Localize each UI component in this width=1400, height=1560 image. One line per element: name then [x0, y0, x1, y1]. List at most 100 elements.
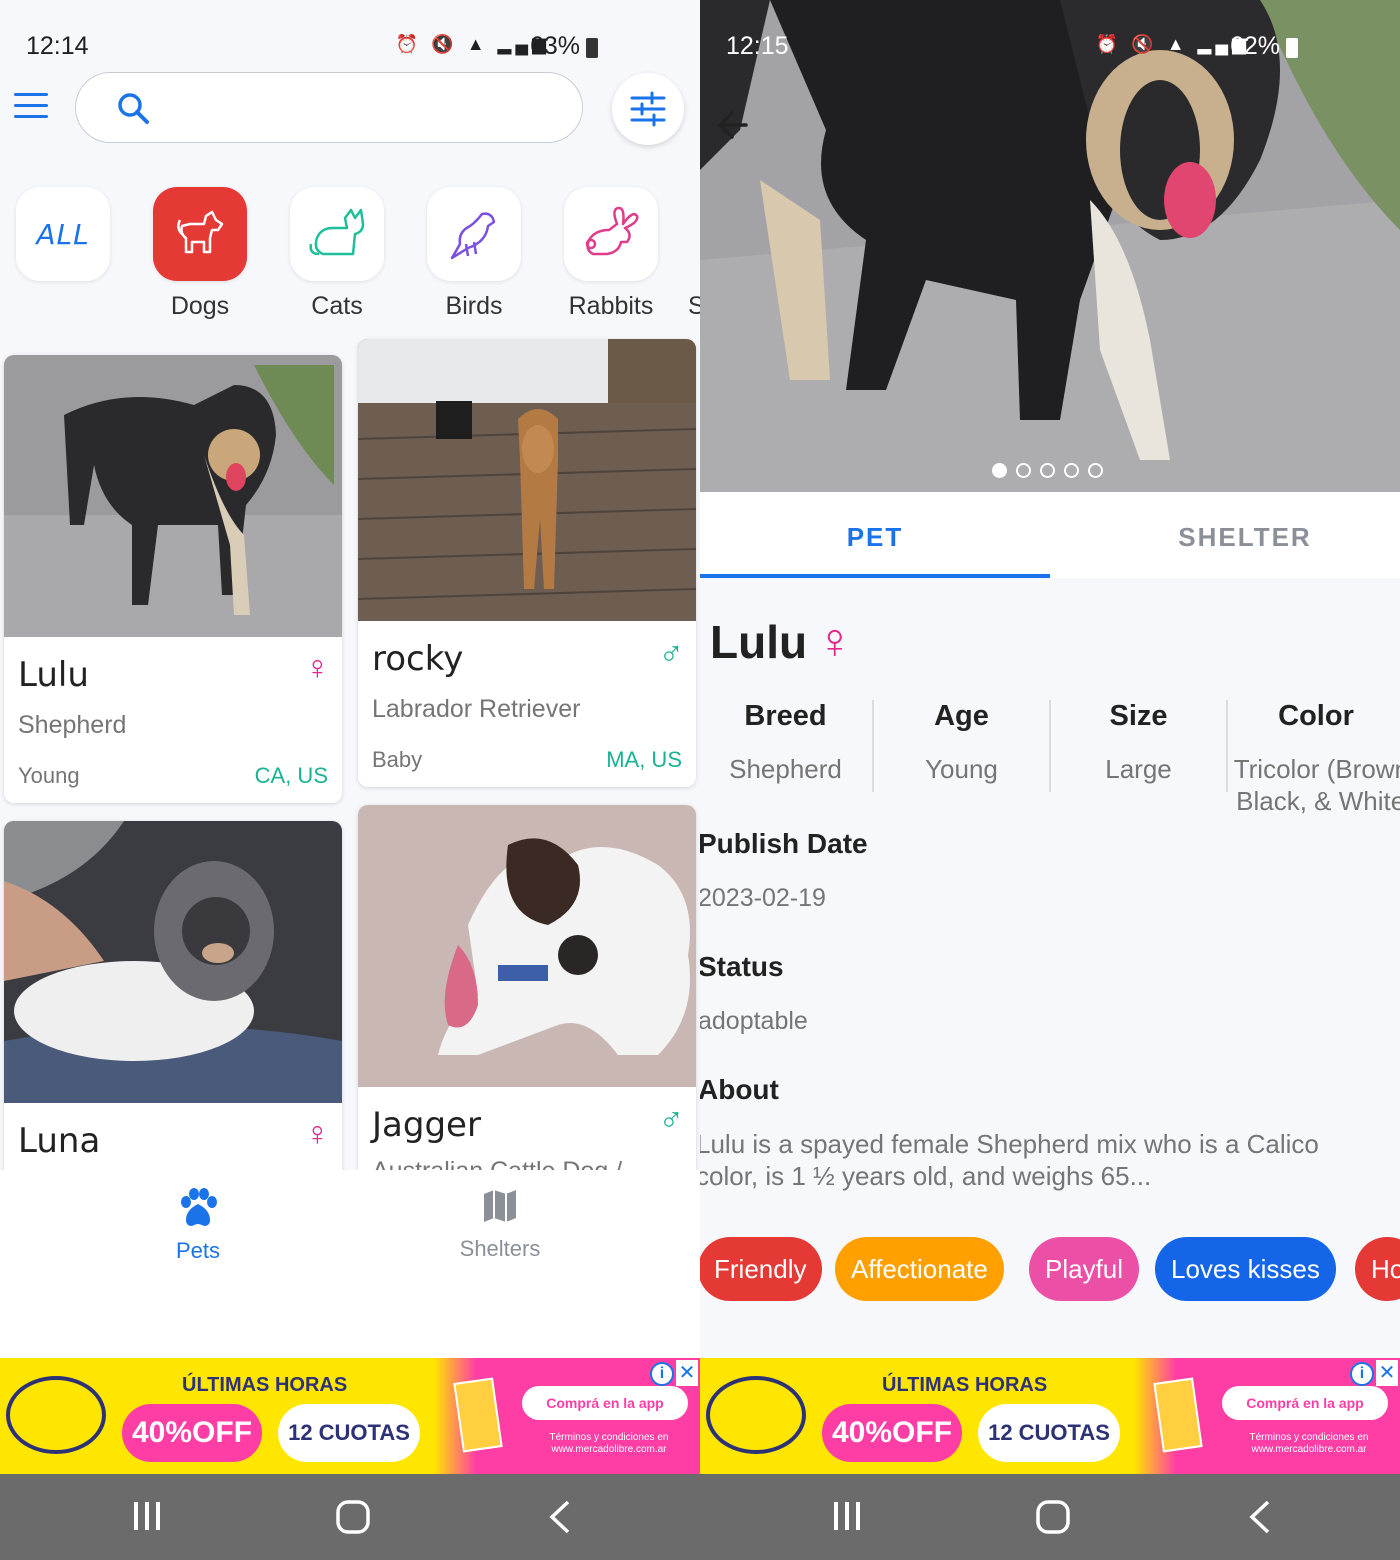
ad-cta-button[interactable]: Comprá en la app: [1222, 1386, 1388, 1420]
system-navigation-bar: [700, 1474, 1400, 1560]
category-dogs[interactable]: [153, 187, 247, 281]
personality-tag: Loves kisses: [1155, 1237, 1336, 1301]
ad-banner[interactable]: ÚLTIMAS HORAS 40%OFF 12 CUOTAS Comprá en…: [700, 1358, 1400, 1474]
category-birds[interactable]: [427, 187, 521, 281]
photo-pager[interactable]: [992, 463, 1103, 478]
female-icon: ♀: [304, 1115, 331, 1153]
ad-title: ÚLTIMAS HORAS: [882, 1374, 1048, 1396]
pager-dot[interactable]: [1064, 463, 1079, 478]
category-next-label: S: [688, 292, 700, 320]
pager-dot[interactable]: [1040, 463, 1055, 478]
nav-pets-label: Pets: [175, 1238, 221, 1263]
system-navigation-bar: [0, 1474, 700, 1560]
filter-icon: [630, 91, 666, 127]
attribute-label: Size: [1109, 700, 1168, 732]
pet-photo: [4, 821, 342, 1103]
ad-banner[interactable]: ÚLTIMAS HORAS 40%OFF 12 CUOTAS Comprá en…: [0, 1358, 700, 1474]
pet-card-rocky[interactable]: rocky ♂ Labrador Retriever Baby MA, US: [358, 339, 696, 787]
attribute-value: Shepherd: [729, 754, 842, 784]
pager-dot[interactable]: [1016, 463, 1031, 478]
ad-close-icon[interactable]: ✕: [676, 1360, 698, 1386]
category-cats[interactable]: [290, 187, 384, 281]
recent-apps-icon[interactable]: [132, 1500, 162, 1537]
pet-detail-screen: 12:15 ⏰ 🔇 ▲ ▂▄▆ 62% PET SHELTER Lulu ♀ B…: [700, 0, 1400, 1560]
pet-name: rocky: [372, 639, 464, 679]
battery-icon: [586, 38, 598, 58]
pet-hero-photo: [700, 0, 1400, 492]
recent-apps-icon[interactable]: [832, 1500, 862, 1537]
ad-info-icon[interactable]: i: [650, 1362, 674, 1386]
pet-breed: Shepherd: [18, 711, 127, 739]
tab-shelter[interactable]: SHELTER: [1070, 492, 1400, 578]
paw-icon: [181, 1188, 217, 1226]
battery-level: 62%: [1229, 32, 1280, 60]
ad-discount-text: 40%OFF: [831, 1416, 953, 1449]
nav-shelters[interactable]: Shelters: [400, 1188, 600, 1262]
status-time: 12:14: [26, 32, 89, 60]
home-icon[interactable]: [1036, 1500, 1070, 1539]
dog-icon: [177, 210, 224, 254]
pet-location: CA, US: [254, 763, 328, 788]
pet-photo: [4, 355, 342, 637]
category-all[interactable]: ALL: [16, 187, 110, 281]
pet-list-screen: 12:14 ⏰ 🔇 ▲ ▂▄▆ 63% ALL Dogs Cats Birds …: [0, 0, 700, 1560]
status-time: 12:15: [726, 32, 789, 60]
back-arrow-icon[interactable]: [716, 108, 750, 147]
ad-installments: 12 CUOTAS: [278, 1404, 420, 1462]
male-icon: ♂: [658, 1101, 685, 1139]
detail-tabs: PET SHELTER: [700, 492, 1400, 578]
ad-terms: Términos y condiciones en www.mercadolib…: [549, 1432, 669, 1455]
category-rabbits[interactable]: [564, 187, 658, 281]
handshake-logo: [706, 1376, 806, 1454]
pet-breed: Labrador Retriever: [372, 695, 581, 723]
pet-name: Lulu: [18, 655, 89, 695]
filter-button[interactable]: [612, 73, 684, 145]
ad-cta-button[interactable]: Comprá en la app: [522, 1386, 688, 1420]
attribute-value: Large: [1105, 754, 1172, 784]
pager-dot[interactable]: [992, 463, 1007, 478]
ad-info-icon[interactable]: i: [1350, 1362, 1374, 1386]
search-input[interactable]: [75, 72, 583, 143]
attribute-label: Breed: [744, 700, 827, 732]
attribute-label: Age: [934, 700, 989, 732]
search-icon: [118, 93, 149, 124]
bottom-navigation: Pets Shelters: [0, 1170, 700, 1358]
about-text: Lulu is a spayed female Shepherd mix who…: [700, 1129, 1319, 1191]
cat-icon: [309, 208, 365, 256]
pet-card-lulu[interactable]: Lulu ♀ Shepherd Young CA, US: [4, 355, 342, 803]
status-value: adoptable: [700, 1007, 808, 1035]
status-icons: ⏰ 🔇 ▲ ▂▄▆: [1095, 34, 1250, 54]
personality-tag: Ho: [1355, 1237, 1400, 1301]
nav-shelters-label: Shelters: [459, 1236, 541, 1261]
menu-icon[interactable]: [14, 93, 48, 121]
publish-date-value: 2023-02-19: [700, 884, 826, 912]
pet-photo: [358, 805, 696, 1087]
pet-age: Young: [18, 763, 80, 788]
ad-terms: Términos y condiciones en www.mercadolib…: [1249, 1432, 1369, 1455]
handshake-logo: [6, 1376, 106, 1454]
status-icons: ⏰ 🔇 ▲ ▂▄▆: [395, 34, 550, 54]
pet-age: Baby: [372, 747, 423, 772]
female-icon: ♀: [304, 649, 331, 687]
pet-name: Jagger: [372, 1105, 481, 1145]
ad-close-icon[interactable]: ✕: [1376, 1360, 1398, 1386]
category-cats-label: Cats: [311, 292, 363, 320]
tab-pet[interactable]: PET: [700, 492, 1050, 578]
attribute-label: Color: [1278, 700, 1354, 732]
back-icon[interactable]: [548, 1500, 572, 1539]
bird-icon: [450, 212, 496, 260]
back-icon[interactable]: [1248, 1500, 1272, 1539]
nav-pets[interactable]: Pets: [98, 1188, 298, 1264]
attribute-breed: Breed Shepherd: [700, 700, 873, 785]
home-icon[interactable]: [336, 1500, 370, 1539]
ad-installments-text: 12 CUOTAS: [288, 1420, 410, 1445]
status-bar: 12:15 ⏰ 🔇 ▲ ▂▄▆ 62%: [700, 22, 1400, 72]
status-bar: 12:14 ⏰ 🔇 ▲ ▂▄▆ 63%: [0, 22, 700, 72]
ad-discount: 40%OFF: [122, 1404, 262, 1462]
ad-installments: 12 CUOTAS: [978, 1404, 1120, 1462]
map-icon: [484, 1190, 516, 1222]
rabbit-icon: [585, 206, 639, 256]
personality-tag: Affectionate: [835, 1237, 1004, 1301]
status-label: Status: [700, 951, 784, 982]
pager-dot[interactable]: [1088, 463, 1103, 478]
